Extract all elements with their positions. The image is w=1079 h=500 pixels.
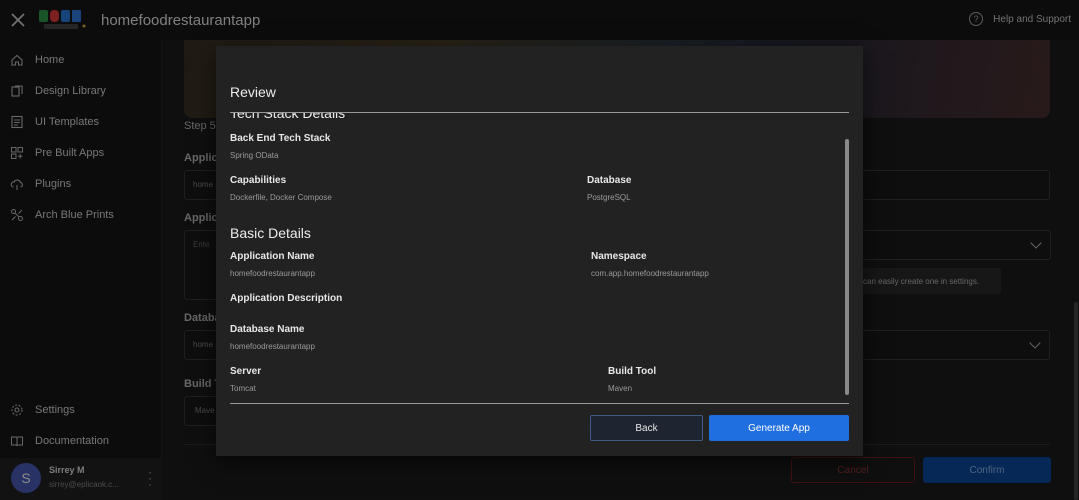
app-description-label: Application Description <box>230 293 343 304</box>
namespace-label: Namespace <box>591 251 647 262</box>
namespace-value: com.app.homefoodrestaurantapp <box>591 269 709 278</box>
back-button[interactable]: Back <box>590 415 703 441</box>
review-modal: Review Tech Stack Details Back End Tech … <box>216 46 863 456</box>
backend-value: Spring OData <box>230 151 279 160</box>
generate-app-button[interactable]: Generate App <box>709 415 849 441</box>
capabilities-value: Dockerfile, Docker Compose <box>230 193 332 202</box>
modal-title: Review <box>230 84 276 100</box>
database-name-value: homefoodrestaurantapp <box>230 342 315 351</box>
section-title-tech-stack: Tech Stack Details <box>230 113 346 121</box>
build-tool-label: Build Tool <box>608 366 657 377</box>
divider <box>230 403 849 404</box>
modal-scrollbar[interactable] <box>845 139 849 395</box>
app-name-label: Application Name <box>230 251 315 262</box>
server-value: Tomcat <box>230 384 256 393</box>
database-name-label: Database Name <box>230 324 305 335</box>
section-title-basic-details: Basic Details <box>230 225 311 241</box>
app-root: homefoodrestaurantapp ? Help and Support… <box>0 0 1079 500</box>
server-label: Server <box>230 366 262 377</box>
database-label: Database <box>587 175 632 186</box>
backend-label: Back End Tech Stack <box>230 133 331 144</box>
build-tool-value: Maven <box>608 384 633 393</box>
database-value: PostgreSQL <box>587 193 631 202</box>
capabilities-label: Capabilities <box>230 175 287 186</box>
app-name-value: homefoodrestaurantapp <box>230 269 315 278</box>
review-content[interactable]: Tech Stack Details Back End Tech Stack S… <box>230 113 850 403</box>
